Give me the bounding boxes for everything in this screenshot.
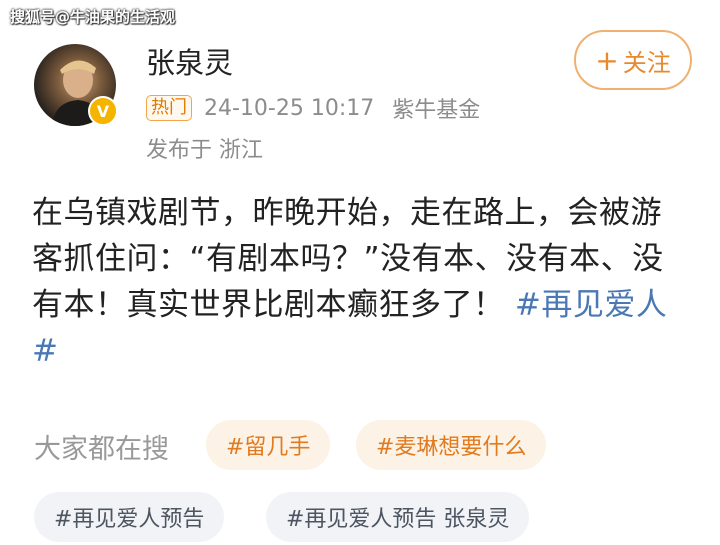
trending-search-label: 大家都在搜 — [34, 434, 169, 465]
follow-button[interactable]: + 关注 — [574, 30, 692, 90]
plus-icon: + — [595, 43, 619, 77]
follow-label: 关注 — [622, 48, 671, 77]
post-source[interactable]: 紫牛基金 — [392, 92, 480, 124]
search-chip[interactable]: #麦琳想要什么 — [356, 420, 547, 470]
post-location: 发布于 浙江 — [146, 138, 263, 163]
search-chip[interactable]: #再见爱人预告 张泉灵 — [266, 492, 530, 542]
hot-badge: 热门 — [146, 95, 192, 121]
avatar[interactable]: V — [34, 44, 118, 126]
timestamp: 24-10-25 10:17 — [204, 95, 375, 121]
post-meta: 热门 24-10-25 10:17 紫牛基金 — [146, 92, 480, 124]
post-body: 在乌镇戏剧节，昨晚开始，走在路上，会被游客抓住问：“有剧本吗？”没有本、没有本、… — [32, 190, 692, 374]
search-chip[interactable]: #再见爱人预告 — [34, 492, 225, 542]
username[interactable]: 张泉灵 — [146, 40, 233, 82]
verified-badge-icon: V — [88, 96, 118, 126]
watermark: 搜狐号@牛油果的生活观 — [10, 8, 176, 26]
search-chip[interactable]: #留几手 — [206, 420, 331, 470]
